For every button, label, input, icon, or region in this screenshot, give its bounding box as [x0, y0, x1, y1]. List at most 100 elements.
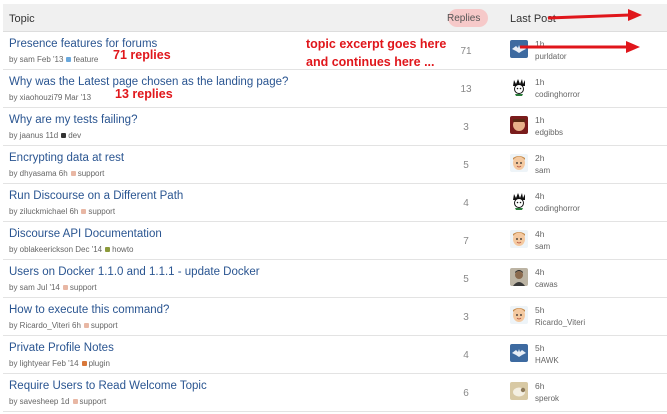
topic-title-link[interactable]: Require Users to Read Welcome Topic	[9, 380, 207, 392]
reply-count[interactable]: 6	[456, 388, 476, 399]
category-label: support	[90, 321, 118, 330]
category-badge[interactable]: support	[83, 321, 118, 330]
topic-title-link[interactable]: Encrypting data at rest	[9, 152, 124, 164]
category-color-icon	[66, 57, 72, 63]
topic-author-date[interactable]: by ziluckmichael 6h	[9, 207, 78, 216]
topic-meta: by jaanus 11d dev	[9, 131, 81, 140]
topic-list-header: Topic Replies Last Post	[3, 4, 667, 32]
topic-title-link[interactable]: How to execute this command?	[9, 304, 169, 316]
topic-meta: by dhyasama 6h support	[9, 169, 104, 178]
last-poster-name[interactable]: codinghorror	[535, 90, 580, 99]
last-poster-name[interactable]: cawas	[535, 280, 558, 289]
topic-row[interactable]: Encrypting data at rest by dhyasama 6h sup…	[3, 146, 667, 184]
avatar[interactable]	[510, 192, 528, 210]
category-color-icon	[70, 171, 76, 177]
topic-meta: by xiaohouzi79 Mar '13	[9, 93, 91, 102]
last-post-age[interactable]: 5h	[535, 343, 544, 353]
topic-row[interactable]: Run Discourse on a Different Path by zilu…	[3, 184, 667, 222]
avatar[interactable]	[510, 40, 528, 58]
last-post-age[interactable]: 5h	[535, 305, 544, 315]
topic-author-date[interactable]: by savesheep 1d	[9, 397, 70, 406]
last-post-age[interactable]: 4h	[535, 229, 544, 239]
last-post-age[interactable]: 4h	[535, 267, 544, 277]
annotation-excerpt-line1: topic excerpt goes here	[306, 37, 447, 51]
last-poster-name[interactable]: sam	[535, 166, 550, 175]
category-badge[interactable]: support	[62, 283, 97, 292]
category-color-icon	[105, 247, 111, 253]
last-poster-name[interactable]: HAWK	[535, 356, 559, 365]
category-badge[interactable]: support	[81, 207, 115, 216]
last-poster-name[interactable]: sam	[535, 242, 550, 251]
topic-meta: by Ricardo_Viteri 6h support	[9, 321, 118, 330]
category-color-icon	[61, 133, 67, 139]
last-post-age[interactable]: 4h	[535, 191, 544, 201]
category-badge[interactable]: support	[70, 169, 105, 178]
topic-row[interactable]: Require Users to Read Welcome Topic by sa…	[3, 374, 667, 412]
category-badge[interactable]: plugin	[81, 359, 110, 368]
reply-count[interactable]: 13	[456, 84, 476, 95]
category-label: support	[88, 207, 116, 216]
category-label: support	[77, 169, 105, 178]
avatar[interactable]	[510, 154, 528, 172]
last-poster-name[interactable]: Ricardo_Viteri	[535, 318, 585, 327]
avatar[interactable]	[510, 344, 528, 362]
column-header-replies-label: Replies	[447, 13, 481, 24]
last-poster-name[interactable]: sperok	[535, 394, 559, 403]
topic-author-date[interactable]: by lightyear Feb '14	[9, 359, 79, 368]
topic-author-date[interactable]: by xiaohouzi79 Mar '13	[9, 93, 91, 102]
topic-title-link[interactable]: Why are my tests failing?	[9, 114, 137, 126]
avatar[interactable]	[510, 382, 528, 400]
reply-count[interactable]: 71	[456, 46, 476, 57]
category-badge[interactable]: howto	[105, 245, 134, 254]
topic-author-date[interactable]: by sam Jul '14	[9, 283, 60, 292]
category-badge[interactable]: support	[72, 397, 106, 406]
avatar[interactable]	[510, 78, 528, 96]
column-header-replies[interactable]: Replies	[443, 6, 490, 28]
topic-author-date[interactable]: by Ricardo_Viteri 6h	[9, 321, 81, 330]
reply-count[interactable]: 7	[456, 236, 476, 247]
topic-author-date[interactable]: by jaanus 11d	[9, 131, 58, 140]
topic-meta: by lightyear Feb '14 plugin	[9, 359, 110, 368]
category-badge[interactable]: feature	[66, 55, 98, 64]
reply-count[interactable]: 5	[456, 274, 476, 285]
topic-row[interactable]: Why was the Latest page chosen as the la…	[3, 70, 667, 108]
category-color-icon	[83, 323, 89, 329]
topic-meta: by oblakeerickson Dec '14 howto	[9, 245, 134, 254]
reply-count[interactable]: 5	[456, 160, 476, 171]
topic-row[interactable]: Private Profile Notes by lightyear Feb '1…	[3, 336, 667, 374]
reply-count[interactable]: 3	[456, 312, 476, 323]
avatar[interactable]	[510, 268, 528, 286]
category-label: dev	[68, 131, 82, 140]
topic-title-link[interactable]: Users on Docker 1.1.0 and 1.1.1 - update…	[9, 266, 260, 278]
reply-count[interactable]: 4	[456, 350, 476, 361]
topic-title-link[interactable]: Discourse API Documentation	[9, 228, 162, 240]
topic-row[interactable]: How to execute this command? by Ricardo_V…	[3, 298, 667, 336]
topic-meta: by sam Jul '14 support	[9, 283, 97, 292]
last-post-age[interactable]: 1h	[535, 77, 544, 87]
last-poster-name[interactable]: purldator	[535, 52, 567, 61]
last-poster-name[interactable]: edgibbs	[535, 128, 563, 137]
last-poster-name[interactable]: codinghorror	[535, 204, 580, 213]
reply-count[interactable]: 4	[456, 198, 476, 209]
column-header-topic[interactable]: Topic	[9, 13, 35, 25]
category-label: plugin	[88, 359, 110, 368]
topic-row[interactable]: Users on Docker 1.1.0 and 1.1.1 - update…	[3, 260, 667, 298]
topic-title-link[interactable]: Private Profile Notes	[9, 342, 114, 354]
reply-count[interactable]: 3	[456, 122, 476, 133]
topic-rows: Presence features for forums by sam Feb '…	[3, 32, 667, 412]
avatar[interactable]	[510, 116, 528, 134]
topic-author-date[interactable]: by oblakeerickson Dec '14	[9, 245, 102, 254]
last-post-age[interactable]: 1h	[535, 39, 544, 49]
topic-row[interactable]: Discourse API Documentation by oblakeeric…	[3, 222, 667, 260]
last-post-age[interactable]: 1h	[535, 115, 544, 125]
topic-author-date[interactable]: by dhyasama 6h	[9, 169, 68, 178]
last-post-age[interactable]: 2h	[535, 153, 544, 163]
avatar[interactable]	[510, 230, 528, 248]
topic-author-date[interactable]: by sam Feb '13	[9, 55, 63, 64]
avatar[interactable]	[510, 306, 528, 324]
column-header-last-post[interactable]: Last Post	[510, 13, 556, 25]
topic-title-link[interactable]: Run Discourse on a Different Path	[9, 190, 183, 202]
last-post-age[interactable]: 6h	[535, 381, 544, 391]
topic-row[interactable]: Why are my tests failing? by jaanus 11d de…	[3, 108, 667, 146]
category-badge[interactable]: dev	[61, 131, 81, 140]
